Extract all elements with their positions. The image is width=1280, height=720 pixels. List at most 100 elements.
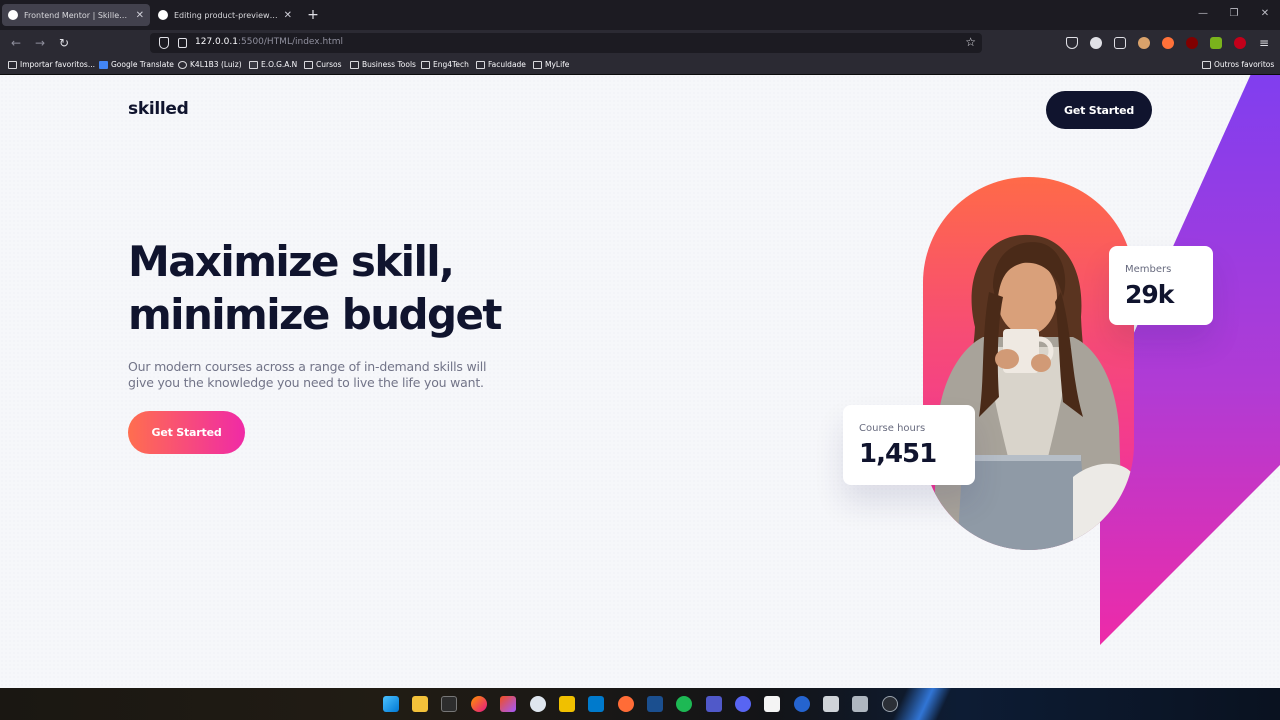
course-hours-stat-card: Course hours 1,451 (843, 405, 975, 485)
reader-icon[interactable] (1114, 37, 1126, 49)
pocket-icon[interactable] (1066, 37, 1078, 49)
members-stat-card: Members 29k (1109, 246, 1213, 325)
firefox-extension-icon[interactable] (1162, 37, 1174, 49)
github-icon (178, 60, 187, 69)
tab-github-editing[interactable]: Editing product-preview-card-component ✕ (152, 4, 298, 26)
vscode-icon[interactable] (588, 696, 604, 712)
bookmark-star-icon[interactable]: ☆ (965, 35, 976, 49)
import-icon (8, 60, 17, 69)
bookmark-folder-mylife[interactable]: MyLife (533, 60, 569, 69)
bookmark-folder-business-tools[interactable]: Business Tools (350, 60, 416, 69)
clock-icon[interactable] (882, 696, 898, 712)
tab-title: Frontend Mentor | Skilled e-learning lan… (24, 10, 130, 20)
other-bookmarks-folder[interactable]: Outros favoritos (1202, 60, 1274, 69)
terminal-icon[interactable] (441, 696, 457, 712)
folder-icon (350, 60, 359, 69)
windows-start-icon[interactable] (383, 696, 399, 712)
bookmark-folder-cursos[interactable]: Cursos (304, 60, 341, 69)
header-get-started-button[interactable]: Get Started (1046, 91, 1152, 129)
folder-icon (476, 60, 485, 69)
folder-icon (421, 60, 430, 69)
bookmark-label: E.O.G.A.N (261, 60, 298, 69)
page-viewport: skilled Get Started Maximize skill, mini… (0, 75, 1280, 688)
bookmark-label: Google Translate (111, 60, 174, 69)
tab-frontend-mentor[interactable]: Frontend Mentor | Skilled e-learning lan… (2, 4, 150, 26)
hero-title-line-2: minimize budget (128, 290, 502, 339)
bookmark-import[interactable]: Importar favoritos... (8, 60, 95, 69)
members-label: Members (1125, 264, 1172, 275)
hero-title-line-1: Maximize skill, (128, 237, 455, 286)
cookie-icon[interactable] (1138, 37, 1150, 49)
folder-icon (533, 60, 542, 69)
bookmark-label: Cursos (316, 60, 342, 69)
os-taskbar (0, 688, 1280, 720)
members-value: 29k (1125, 280, 1174, 309)
course-hours-value: 1,451 (859, 439, 937, 469)
typora-icon[interactable] (764, 696, 780, 712)
close-window-button[interactable]: ✕ (1258, 8, 1272, 19)
visual-studio-icon[interactable] (647, 696, 663, 712)
page-info-icon[interactable] (178, 38, 187, 48)
bookmarks-bar: Importar favoritos... Google Translate K… (0, 56, 1280, 75)
discord-icon[interactable] (735, 696, 751, 712)
bookmark-label: K4L1B3 (Luiz) (190, 60, 242, 69)
bookmark-label: Business Tools (362, 60, 416, 69)
course-hours-label: Course hours (859, 423, 926, 434)
notes-icon[interactable] (559, 696, 575, 712)
bookmark-label: Importar favoritos... (20, 60, 95, 69)
bookmark-label: Faculdade (488, 60, 526, 69)
figma-icon[interactable] (500, 696, 516, 712)
extension-l-icon[interactable] (1090, 37, 1102, 49)
address-bar[interactable]: 127.0.0.1:5500/HTML/index.html ☆ (150, 33, 982, 53)
github-icon (158, 10, 168, 20)
url-text[interactable]: 127.0.0.1:5500/HTML/index.html (195, 37, 343, 47)
reload-icon[interactable]: ↻ (56, 35, 72, 51)
bookmark-k4l1b3[interactable]: K4L1B3 (Luiz) (178, 60, 242, 69)
site-logo[interactable]: skilled (128, 99, 189, 119)
wallpaper-glow (892, 688, 952, 720)
site-icon (249, 60, 258, 69)
hero-title: Maximize skill, minimize budget (128, 235, 588, 341)
tracking-shield-icon[interactable] (159, 37, 169, 49)
globe-icon (8, 10, 18, 20)
translate-icon (99, 60, 108, 69)
spotify-icon[interactable] (676, 696, 692, 712)
forward-icon[interactable]: → (32, 35, 48, 51)
woman-drinking-coffee-illustration (933, 234, 1134, 550)
extension-red-icon[interactable] (1234, 37, 1246, 49)
document-icon[interactable] (823, 696, 839, 712)
hero-get-started-button[interactable]: Get Started (128, 411, 245, 454)
restore-button[interactable]: ❐ (1227, 8, 1241, 19)
bookmark-folder-eng4tech[interactable]: Eng4Tech (421, 60, 469, 69)
bookmark-folder-faculdade[interactable]: Faculdade (476, 60, 526, 69)
tab-title: Editing product-preview-card-component (174, 10, 278, 20)
new-tab-button[interactable]: + (306, 6, 320, 24)
url-host: 127.0.0.1 (195, 37, 238, 47)
chrome-like-icon[interactable] (530, 696, 546, 712)
folder-icon (1202, 60, 1211, 69)
browser-tab-strip: Frontend Mentor | Skilled e-learning lan… (0, 0, 1280, 30)
menu-icon[interactable]: ≡ (1256, 35, 1272, 51)
file-explorer-icon[interactable] (412, 696, 428, 712)
bookmark-eogan[interactable]: E.O.G.A.N (249, 60, 297, 69)
firefox-icon[interactable] (471, 696, 487, 712)
browser-toolbar: ← → ↻ 127.0.0.1:5500/HTML/index.html ☆ ≡ (0, 30, 1280, 56)
bookmark-label: Outros favoritos (1214, 60, 1275, 69)
hero-photo (923, 177, 1134, 550)
ublock-icon[interactable] (1186, 37, 1198, 49)
extension-green-icon[interactable] (1210, 37, 1222, 49)
minimize-button[interactable]: — (1196, 8, 1210, 19)
url-path: :5500/HTML/index.html (237, 37, 343, 47)
bookmark-label: Eng4Tech (433, 60, 469, 69)
calculator-icon[interactable] (852, 696, 868, 712)
postman-icon[interactable] (618, 696, 634, 712)
close-icon[interactable]: ✕ (136, 10, 144, 21)
teams-icon[interactable] (706, 696, 722, 712)
bookmark-label: MyLife (545, 60, 570, 69)
close-icon[interactable]: ✕ (284, 10, 292, 21)
hero-description: Our modern courses across a range of in-… (128, 359, 487, 390)
back-icon[interactable]: ← (8, 35, 24, 51)
folder-icon (304, 60, 313, 69)
todo-icon[interactable] (794, 696, 810, 712)
bookmark-google-translate[interactable]: Google Translate (99, 60, 174, 69)
